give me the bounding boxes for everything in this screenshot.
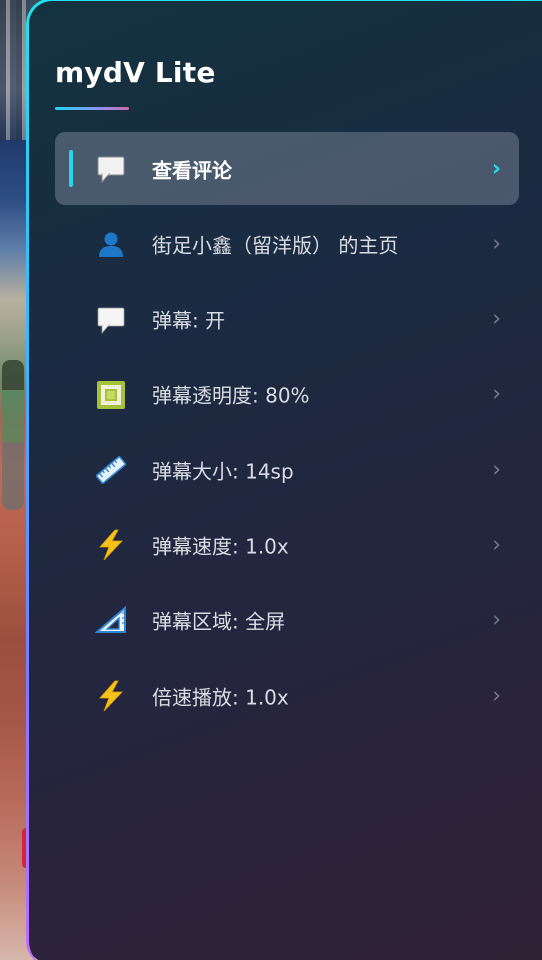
menu-list: 查看评论 › 街足小鑫（留洋版） 的主页 › 弹幕: 开 › 弹幕透明度: 80… (55, 132, 519, 734)
comment-bubble-icon (95, 153, 127, 185)
menu-item-label: 查看评论 (152, 158, 232, 182)
lightning-icon (95, 680, 127, 712)
menu-item-danmaku-toggle[interactable]: 弹幕: 开 › (55, 283, 519, 356)
menu-item-danmaku-area[interactable]: 弹幕区域: 全屏 › (55, 584, 519, 657)
chevron-right-icon: › (492, 683, 501, 709)
menu-item-user-profile[interactable]: 街足小鑫（留洋版） 的主页 › (55, 207, 519, 280)
menu-item-label: 弹幕区域: 全屏 (152, 609, 286, 634)
chevron-right-icon: › (492, 532, 501, 558)
chevron-right-icon: › (492, 231, 501, 257)
triangle-ruler-icon (95, 605, 127, 637)
menu-item-view-comments[interactable]: 查看评论 › (55, 132, 519, 205)
menu-item-label: 弹幕大小: 14sp (152, 459, 294, 484)
opacity-square-icon (95, 379, 127, 411)
menu-item-danmaku-speed[interactable]: 弹幕速度: 1.0x › (55, 508, 519, 581)
danmaku-bubble-icon (95, 304, 127, 336)
screen: mydV Lite 查看评论 › 街足小鑫（留洋版） 的主页 › 弹幕: 开 ›… (0, 0, 542, 960)
active-indicator (69, 150, 73, 187)
menu-item-label: 倍速播放: 1.0x (152, 685, 289, 710)
menu-item-playback-speed[interactable]: 倍速播放: 1.0x › (55, 659, 519, 732)
user-profile-icon (95, 228, 127, 260)
menu-item-label: 街足小鑫（留洋版） 的主页 (152, 233, 399, 258)
menu-item-danmaku-opacity[interactable]: 弹幕透明度: 80% › (55, 358, 519, 431)
menu-item-label: 弹幕: 开 (152, 308, 226, 333)
lightning-icon (95, 529, 127, 561)
chevron-right-icon: › (492, 306, 501, 332)
menu-item-danmaku-size[interactable]: 弹幕大小: 14sp › (55, 433, 519, 506)
chevron-right-icon: › (492, 457, 501, 483)
chevron-right-icon: › (492, 607, 501, 633)
title-underline (55, 107, 129, 110)
app-title: mydV Lite (55, 56, 216, 89)
ruler-icon (95, 454, 127, 486)
chevron-right-icon: › (492, 381, 501, 407)
menu-item-label: 弹幕透明度: 80% (152, 383, 310, 408)
menu-item-label: 弹幕速度: 1.0x (152, 534, 289, 559)
chevron-right-icon: › (491, 156, 501, 181)
player-image (2, 360, 24, 510)
